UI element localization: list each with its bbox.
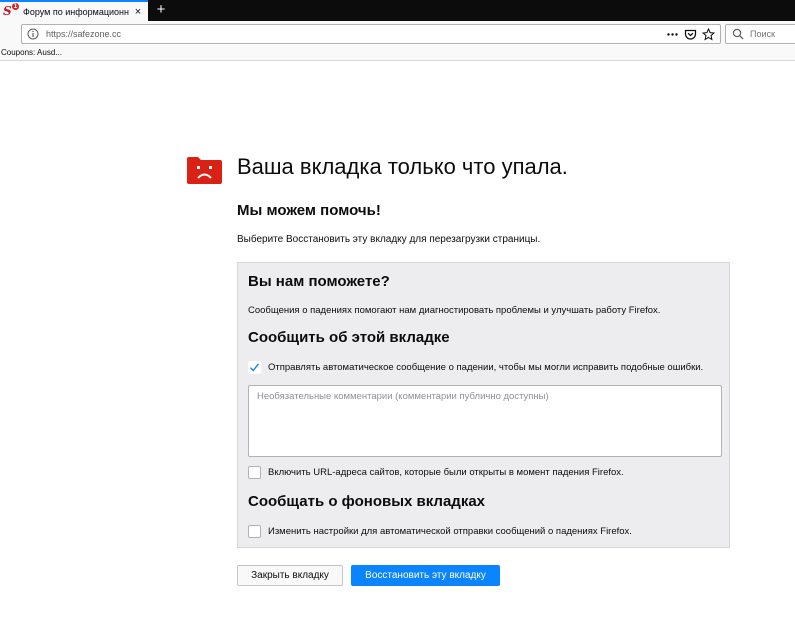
background-report-heading: Сообщать о фоновых вкладках [248, 493, 486, 510]
report-heading: Вы нам поможете? [248, 273, 390, 290]
restore-hint: Выберите Восстановить эту вкладку для пе… [237, 234, 541, 245]
include-urls-checkbox[interactable] [248, 466, 261, 479]
comments-field[interactable]: Необязательные комментарии (комментарии … [248, 385, 722, 457]
search-bar[interactable]: Поиск [725, 24, 795, 44]
tab-close-icon[interactable]: × [132, 6, 144, 18]
help-title: Мы можем помочь! [237, 202, 381, 219]
auto-send-option: Отправлять автоматическое сообщение о па… [248, 361, 703, 374]
background-option: Изменить настройки для автоматической от… [248, 525, 632, 538]
address-bar[interactable]: https://safezone.cc [21, 24, 721, 44]
search-icon [732, 28, 744, 40]
bookmark-item[interactable]: Coupons: Ausd... [1, 48, 62, 57]
tab-strip: S 1 Форум по информационной × + [0, 0, 795, 21]
bookmark-star-icon[interactable] [702, 27, 715, 41]
report-description: Сообщения о падениях помогают нам диагно… [248, 305, 661, 316]
navigation-toolbar: https://safezone.cc Поиск [0, 21, 795, 47]
tab-report-heading: Сообщить об этой вкладке [248, 329, 450, 346]
pocket-icon[interactable] [684, 28, 697, 41]
comments-placeholder: Необязательные комментарии (комментарии … [257, 391, 549, 402]
page-actions [666, 27, 715, 41]
background-label: Изменить настройки для автоматической от… [268, 526, 632, 537]
auto-send-label: Отправлять автоматическое сообщение о па… [268, 362, 704, 373]
info-icon[interactable] [27, 28, 39, 40]
checkmark-icon [250, 363, 260, 372]
restore-tab-button[interactable]: Восстановить эту вкладку [351, 565, 500, 586]
background-checkbox[interactable] [248, 525, 261, 538]
close-tab-button[interactable]: Закрыть вкладку [237, 565, 343, 586]
include-urls-label: Включить URL-адреса сайтов, которые были… [268, 467, 624, 478]
page-actions-menu-icon[interactable] [666, 28, 679, 41]
page-title: Ваша вкладка только что упала. [237, 154, 568, 179]
favicon-letter: S [3, 3, 12, 18]
bookmarks-toolbar: Coupons: Ausd... [0, 47, 795, 61]
url-text[interactable]: https://safezone.cc [46, 29, 666, 39]
new-tab-button[interactable]: + [152, 0, 170, 21]
crash-report-panel: Вы нам поможете? Сообщения о падениях по… [237, 262, 730, 548]
active-tab[interactable]: S 1 Форум по информационной × [0, 0, 148, 21]
include-urls-option: Включить URL-адреса сайтов, которые были… [248, 466, 624, 479]
sad-tab-icon [187, 157, 222, 184]
search-placeholder: Поиск [750, 29, 775, 39]
site-favicon: S 1 [3, 2, 19, 19]
auto-send-checkbox[interactable] [248, 361, 261, 374]
favicon-badge: 1 [12, 2, 19, 10]
tab-title: Форум по информационной [23, 6, 129, 17]
